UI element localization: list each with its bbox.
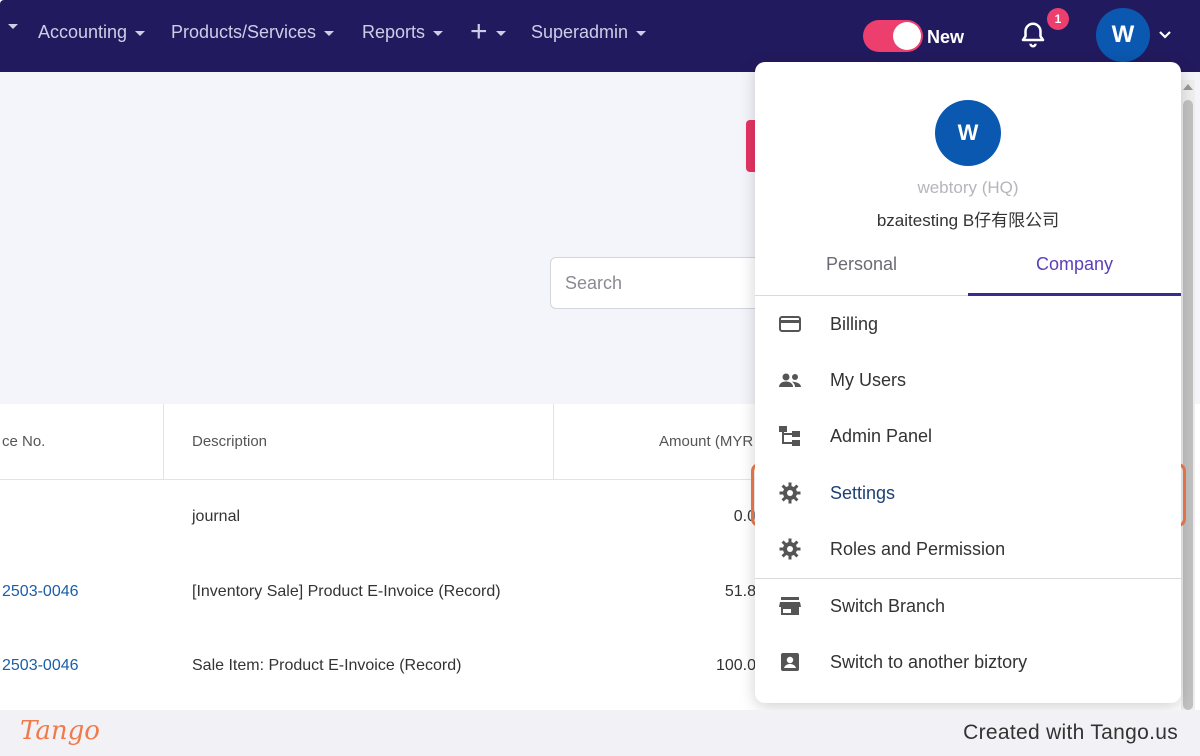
menu-item-billing[interactable]: Billing <box>755 298 1181 350</box>
active-tab-indicator <box>968 293 1181 296</box>
nav-item-label: Accounting <box>38 22 128 42</box>
column-header-no[interactable]: ce No. <box>0 404 163 480</box>
table-cell-no[interactable]: 2503-0046 <box>2 657 79 675</box>
chevron-down-icon <box>324 31 335 36</box>
table-cell-amount: 100.0 <box>715 657 756 674</box>
chevron-down-icon[interactable] <box>1158 30 1172 40</box>
footer: Tango Created with Tango.us <box>0 710 1200 756</box>
chevron-down-icon <box>433 31 444 36</box>
table-cell-description: [Inventory Sale] Product E-Invoice (Reco… <box>192 583 501 600</box>
menu-item-settings[interactable]: Settings <box>755 467 1181 519</box>
toggle-label: New <box>927 27 965 47</box>
chevron-down-icon <box>135 31 146 36</box>
menu-item-label: Switch to another biztory <box>830 651 1028 672</box>
notification-badge: 1 <box>1047 8 1069 30</box>
table-cell-amount: 0.0 <box>733 508 756 525</box>
nav-item-label: Superadmin <box>531 22 629 42</box>
nav-item-label: Products/Services <box>171 22 317 42</box>
avatar: W <box>935 100 1001 166</box>
chevron-down-icon <box>8 24 18 29</box>
menu-item-roles-permission[interactable]: Roles and Permission <box>755 523 1181 575</box>
menu-item-switch-biztory[interactable]: Switch to another biztory <box>755 636 1181 688</box>
menu-item-label: Switch Branch <box>830 595 946 616</box>
plus-icon: + <box>470 15 488 48</box>
footer-credit: Created with Tango.us <box>963 721 1178 744</box>
menu-item-switch-branch[interactable]: Switch Branch <box>755 580 1181 632</box>
scroll-thumb[interactable] <box>1183 100 1193 710</box>
tab-personal[interactable]: Personal <box>755 252 968 296</box>
nav-item-label: Reports <box>362 22 426 42</box>
menu-item-admin-panel[interactable]: Admin Panel <box>755 410 1181 462</box>
user-name: bzaitesting B仔有限公司 <box>876 211 1060 230</box>
gear-icon <box>777 536 803 562</box>
tango-logo: Tango <box>20 716 100 746</box>
hierarchy-icon <box>777 423 803 449</box>
menu-item-label: My Users <box>830 369 906 390</box>
nav-item-accounting[interactable]: Accounting <box>38 22 146 43</box>
menu-item-label: Roles and Permission <box>830 538 1006 559</box>
gear-icon <box>777 480 803 506</box>
chevron-down-icon <box>636 31 647 36</box>
nav-item-superadmin[interactable]: Superadmin <box>531 22 647 43</box>
table-cell-no[interactable]: 2503-0046 <box>2 583 79 601</box>
search-input[interactable] <box>550 257 770 309</box>
menu-item-my-users[interactable]: My Users <box>755 354 1181 406</box>
toggle-knob <box>893 22 921 50</box>
chevron-down-icon <box>495 30 506 36</box>
nav-item-create[interactable]: + <box>470 15 506 48</box>
nav-item-products-services[interactable]: Products/Services <box>171 22 335 43</box>
menu-item-label: Settings <box>830 482 896 503</box>
users-icon <box>777 367 803 393</box>
table-cell-amount: 51.8 <box>724 583 756 600</box>
column-header-amount[interactable]: Amount (MYR <box>554 404 760 480</box>
scroll-up-icon[interactable] <box>1183 84 1193 90</box>
company-name: webtory (HQ) <box>917 178 1019 197</box>
menu-item-label: Billing <box>830 313 879 334</box>
page-scrollbar[interactable] <box>1181 80 1195 710</box>
column-header-description[interactable]: Description <box>164 404 553 480</box>
table-cell-description: journal <box>192 508 241 525</box>
new-ui-toggle[interactable] <box>863 20 923 52</box>
divider <box>755 578 1181 579</box>
table-cell-description: Sale Item: Product E-Invoice (Record) <box>192 657 462 674</box>
store-icon <box>777 593 803 619</box>
account-box-icon <box>777 649 803 675</box>
tab-company[interactable]: Company <box>968 252 1181 296</box>
credit-card-icon <box>777 311 803 337</box>
nav-item-reports[interactable]: Reports <box>362 22 444 43</box>
menu-item-label: Admin Panel <box>830 425 933 446</box>
account-menu: W webtory (HQ) bzaitesting B仔有限公司 Person… <box>755 62 1181 703</box>
bell-icon[interactable] <box>1018 20 1048 50</box>
avatar[interactable]: W <box>1096 8 1150 62</box>
nav-item-previous[interactable] <box>8 22 18 29</box>
